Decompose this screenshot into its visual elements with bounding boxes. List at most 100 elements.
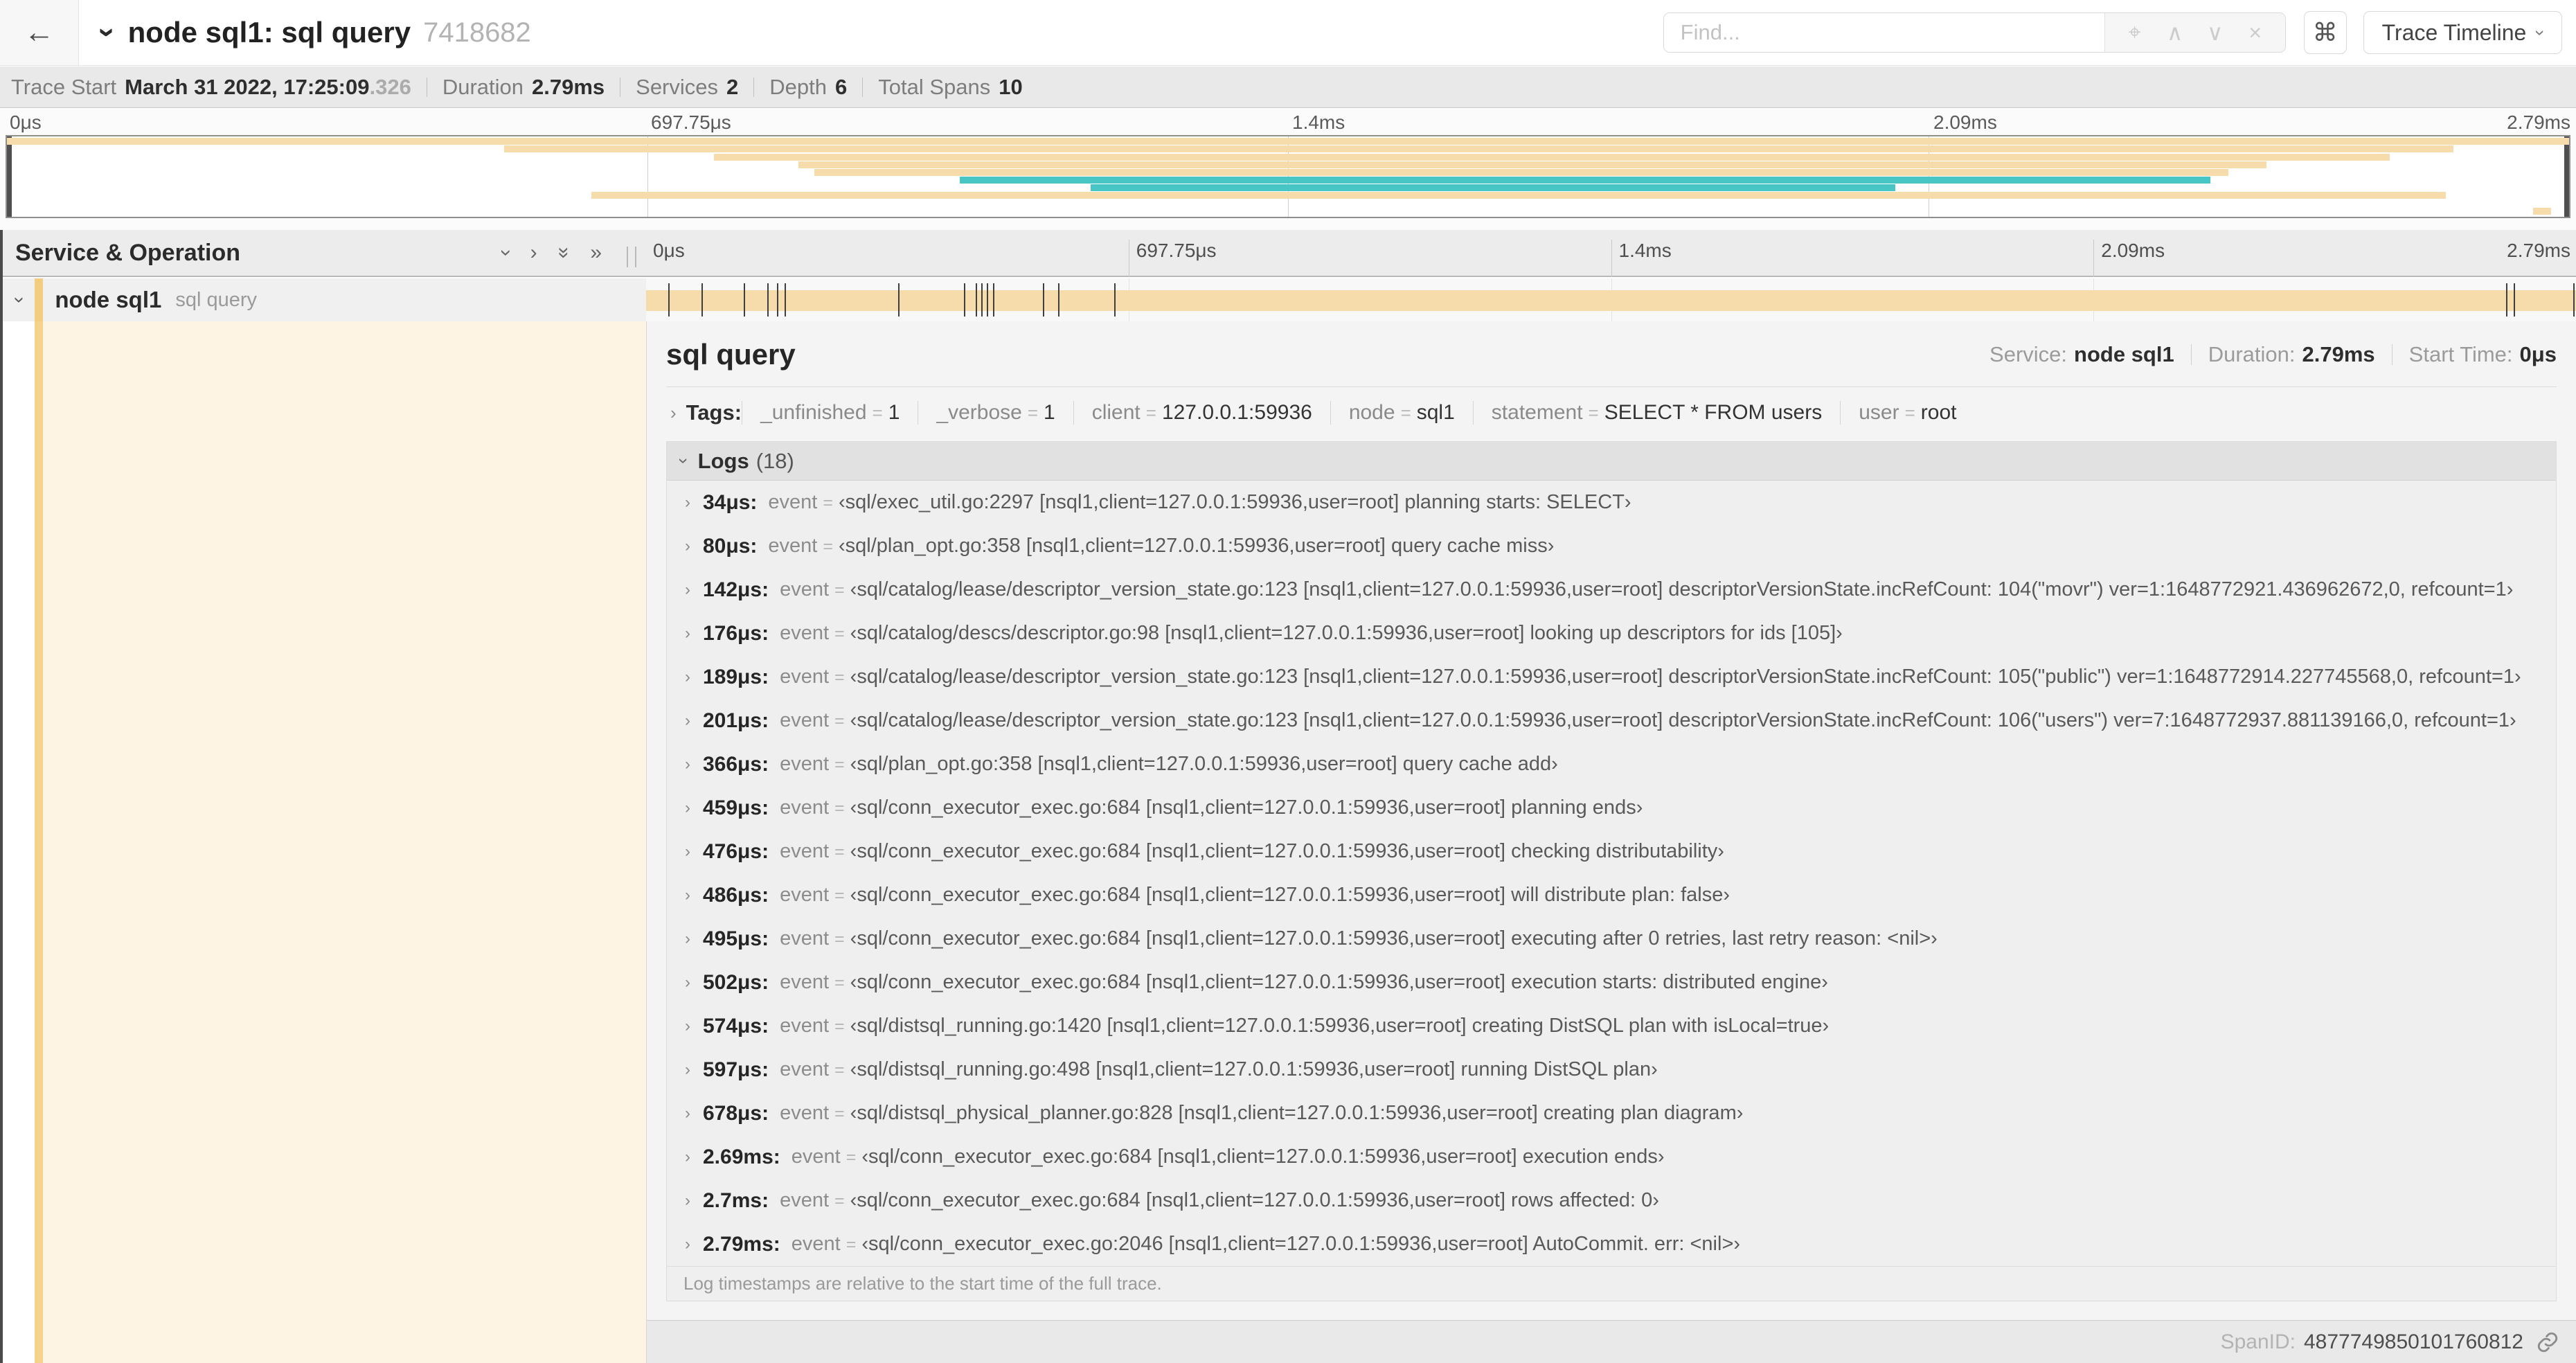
- log-timestamp: 476μs:: [703, 839, 769, 863]
- log-row[interactable]: › 142μs: event = ‹sql/catalog/lease/descript…: [667, 568, 2556, 612]
- log-chevron-icon[interactable]: ›: [685, 886, 690, 905]
- prev-match-icon[interactable]: ∧: [2155, 19, 2195, 46]
- log-row[interactable]: › 189μs: event = ‹sql/catalog/lease/descript…: [667, 655, 2556, 699]
- log-row[interactable]: › 80μs: event = ‹sql/plan_opt.go:358 [nsql1,…: [667, 524, 2556, 568]
- log-chevron-icon[interactable]: ›: [685, 755, 690, 774]
- log-row[interactable]: › 486μs: event = ‹sql/conn_executor_exec.go:…: [667, 873, 2556, 917]
- command-icon: ⌘: [2312, 18, 2338, 46]
- log-chevron-icon[interactable]: ›: [685, 711, 690, 731]
- log-field-name: event: [780, 622, 830, 644]
- log-row[interactable]: › 366μs: event = ‹sql/plan_opt.go:358 [nsql1…: [667, 742, 2556, 786]
- log-field-name: event: [780, 796, 830, 819]
- log-row[interactable]: › 2.7ms: event = ‹sql/conn_executor_exec.go:…: [667, 1179, 2556, 1222]
- log-message: event = ‹sql/conn_executor_exec.go:684 [ns…: [780, 1189, 1659, 1212]
- next-match-icon[interactable]: ∨: [2195, 19, 2235, 46]
- log-event-tick: [2505, 283, 2507, 317]
- log-field-name: event: [780, 840, 830, 862]
- tag-key: user: [1859, 401, 1899, 424]
- overview-minimap-canvas[interactable]: [6, 135, 2570, 218]
- log-chevron-icon[interactable]: ›: [685, 1148, 690, 1167]
- log-chevron-icon[interactable]: ›: [685, 799, 690, 818]
- log-chevron-icon[interactable]: ›: [685, 973, 690, 992]
- log-message: event = ‹sql/catalog/lease/descriptor_vers…: [780, 709, 2516, 732]
- log-row[interactable]: › 495μs: event = ‹sql/conn_executor_exec.go:…: [667, 917, 2556, 961]
- tags-chevron-icon: ›: [670, 402, 677, 423]
- log-chevron-icon[interactable]: ›: [685, 1060, 690, 1080]
- log-event-tick: [963, 283, 965, 317]
- back-arrow-icon: ←: [24, 15, 55, 49]
- clear-find-icon[interactable]: ×: [2235, 20, 2275, 46]
- logs-list: › 34μs: event = ‹sql/exec_util.go:2297 [nsql…: [667, 481, 2556, 1266]
- tag-value: root: [1920, 401, 1957, 424]
- log-row[interactable]: › 597μs: event = ‹sql/distsql_running.go:498…: [667, 1048, 2556, 1092]
- log-chevron-icon[interactable]: ›: [685, 1235, 690, 1254]
- log-row[interactable]: › 476μs: event = ‹sql/conn_executor_exec.go:…: [667, 830, 2556, 873]
- log-chevron-icon[interactable]: ›: [685, 493, 690, 513]
- keyboard-shortcuts-button[interactable]: ⌘: [2303, 11, 2347, 54]
- log-row[interactable]: › 34μs: event = ‹sql/exec_util.go:2297 [nsql…: [667, 481, 2556, 524]
- timeline-tick-label: 2.09ms: [2093, 240, 2165, 277]
- log-timestamp: 34μs:: [703, 490, 758, 514]
- collapse-trace-chevron-icon[interactable]: ›: [91, 28, 125, 38]
- view-selector-dropdown[interactable]: Trace Timeline ›: [2363, 11, 2562, 54]
- log-message: event = ‹sql/distsql_physical_planner.go:8…: [780, 1102, 1743, 1125]
- span-detail-panel: sql query Service: node sql1 Duration: 2…: [646, 321, 2576, 1363]
- tags-row[interactable]: › Tags: _unfinished = 1 _verbose = 1 client = 12…: [666, 391, 2557, 434]
- viewport-right-handle[interactable]: [2564, 136, 2569, 217]
- log-chevron-icon[interactable]: ›: [685, 1191, 690, 1211]
- log-chevron-icon[interactable]: ›: [685, 1017, 690, 1036]
- log-row[interactable]: › 2.79ms: event = ‹sql/conn_executor_exec.go…: [667, 1222, 2556, 1266]
- span-row-track[interactable]: [646, 278, 2576, 321]
- log-event-tick: [1043, 283, 1045, 317]
- span-collapse-chevron-icon[interactable]: ›: [9, 296, 31, 303]
- logs-note: Log timestamps are relative to the start…: [667, 1266, 2556, 1301]
- log-event-tick: [2513, 283, 2515, 317]
- log-chevron-icon[interactable]: ›: [685, 929, 690, 949]
- log-row[interactable]: › 201μs: event = ‹sql/catalog/lease/descript…: [667, 699, 2556, 742]
- span-color-accent: [35, 278, 43, 321]
- log-chevron-icon[interactable]: ›: [685, 842, 690, 862]
- tag-value: sql1: [1416, 401, 1455, 424]
- spanid-value: 4877749850101760812: [2303, 1330, 2523, 1353]
- log-timestamp: 486μs:: [703, 883, 769, 907]
- log-chevron-icon[interactable]: ›: [685, 537, 690, 556]
- log-event-tick: [981, 283, 983, 317]
- log-timestamp: 495μs:: [703, 927, 769, 950]
- span-duration-bar[interactable]: [646, 290, 2576, 311]
- deep-link-icon[interactable]: [2536, 1330, 2559, 1354]
- log-row[interactable]: › 574μs: event = ‹sql/distsql_running.go:142…: [667, 1004, 2556, 1048]
- left-scrollbar[interactable]: [0, 230, 3, 1363]
- log-row[interactable]: › 459μs: event = ‹sql/conn_executor_exec.go:…: [667, 786, 2556, 830]
- back-button[interactable]: ←: [0, 0, 79, 65]
- log-chevron-icon[interactable]: ›: [685, 624, 690, 643]
- overview-span-bar: [960, 177, 2210, 184]
- logs-block: › Logs (18) › 34μs: event = ‹sql/exec_util.g…: [666, 441, 2557, 1301]
- expand-all-icon[interactable]: »: [590, 242, 602, 263]
- log-message: event = ‹sql/conn_executor_exec.go:684 [ns…: [780, 796, 1643, 819]
- column-resizer[interactable]: [627, 247, 636, 267]
- span-row[interactable]: › node sql1 sql query: [0, 278, 2576, 321]
- locate-icon[interactable]: ⌖: [2115, 19, 2155, 46]
- viewport-left-handle[interactable]: [7, 136, 12, 217]
- log-row[interactable]: › 176μs: event = ‹sql/catalog/descs/descript…: [667, 612, 2556, 655]
- chevron-down-icon: ›: [2530, 29, 2552, 36]
- service-operation-header: Service & Operation › › » »: [0, 230, 646, 276]
- log-event-tick: [975, 283, 977, 317]
- log-event-tick: [767, 283, 769, 317]
- find-input[interactable]: [1663, 13, 2104, 52]
- tags-label: Tags:: [686, 400, 742, 425]
- collapse-one-icon[interactable]: ›: [495, 249, 518, 256]
- log-chevron-icon[interactable]: ›: [685, 1104, 690, 1123]
- log-chevron-icon[interactable]: ›: [685, 668, 690, 687]
- log-row[interactable]: › 502μs: event = ‹sql/conn_executor_exec.go:…: [667, 961, 2556, 1004]
- log-row[interactable]: › 2.69ms: event = ‹sql/conn_executor_exec.go…: [667, 1135, 2556, 1179]
- log-timestamp: 2.79ms:: [703, 1232, 780, 1256]
- log-chevron-icon[interactable]: ›: [685, 580, 690, 600]
- expand-one-icon[interactable]: ›: [530, 242, 537, 263]
- log-row[interactable]: › 678μs: event = ‹sql/distsql_physical_plann…: [667, 1092, 2556, 1135]
- logs-header[interactable]: › Logs (18): [667, 442, 2556, 481]
- log-equals: =: [834, 711, 845, 731]
- log-field-name: event: [780, 884, 830, 906]
- span-row-label-cell[interactable]: › node sql1 sql query: [0, 278, 646, 321]
- collapse-all-icon[interactable]: »: [553, 247, 575, 259]
